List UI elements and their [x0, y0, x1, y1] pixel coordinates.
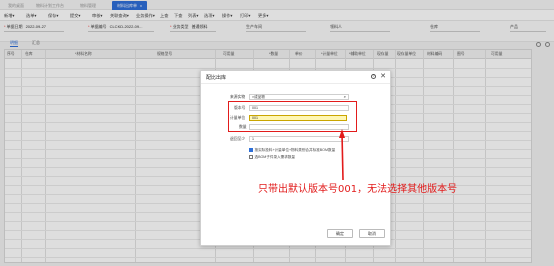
help-icon[interactable]: ? — [371, 74, 376, 79]
precision-label: 退回至少 — [230, 137, 246, 141]
source-label: 来源实物 — [230, 95, 246, 99]
ok-button[interactable]: 确定 — [327, 229, 353, 238]
bom-child-checkbox[interactable]: 选BOM子件录入需求数量 — [249, 155, 295, 160]
checkbox-label: 选BOM子件录入需求数量 — [254, 155, 296, 159]
search-icon[interactable]: ⌕ — [344, 95, 346, 99]
dialog-title: 配比出库 — [206, 75, 227, 81]
close-icon[interactable]: ✕ — [380, 72, 386, 80]
annotation-highlight-box — [228, 101, 357, 132]
checkbox-label: 按实际投料+计量单位+物料类别合并标准BOM数量 — [254, 148, 336, 152]
annotation-text: 只带出默认版本号001，无法选择其他版本号 — [258, 184, 458, 195]
precision-input[interactable]: 1 — [249, 136, 349, 142]
source-input[interactable]: ×成品物 ⌕ — [249, 94, 349, 100]
ratio-outbound-dialog: 配比出库 ? ✕ 来源实物 ×成品物 ⌕ 版本号 001 计量单位 001 数量… — [200, 70, 391, 246]
dialog-divider — [201, 83, 390, 84]
checkbox-icon[interactable] — [249, 155, 253, 159]
merge-bom-checkbox[interactable]: 按实际投料+计量单位+物料类别合并标准BOM数量 — [249, 148, 335, 153]
precision-value: 1 — [252, 137, 254, 141]
cancel-button[interactable]: 取消 — [359, 229, 385, 238]
source-value: ×成品物 — [252, 95, 265, 99]
checkbox-icon[interactable] — [249, 148, 253, 152]
